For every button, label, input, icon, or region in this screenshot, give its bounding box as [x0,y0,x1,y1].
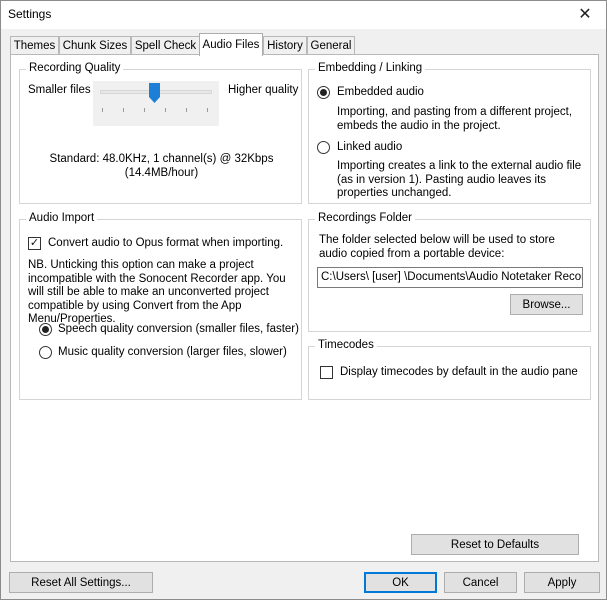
slider-tick [123,108,124,112]
reset-all-settings-button[interactable]: Reset All Settings... [9,572,153,593]
import-note: NB. Unticking this option can make a pro… [28,259,286,325]
embedded-audio-radio[interactable] [317,86,330,99]
audio-files-panel: Recording Quality Smaller files Higher q… [10,54,599,562]
standard-quality-text: Standard: 48.0KHz, 1 channel(s) @ 32Kbps [49,153,274,165]
cancel-button[interactable]: Cancel [444,572,517,593]
tab-audio-files[interactable]: Audio Files [199,33,263,56]
apply-button[interactable]: Apply [524,572,600,593]
slider-tick [144,108,145,112]
folder-path-input[interactable]: C:\Users\ [user] \Documents\Audio Noteta… [317,267,583,288]
reset-to-defaults-button[interactable]: Reset to Defaults [411,534,579,555]
recordings-folder-desc: The folder selected below will be used t… [319,234,555,260]
recording-quality-title: Recording Quality [26,62,124,74]
recordings-folder-title: Recordings Folder [315,212,415,224]
music-quality-radio[interactable] [39,346,52,359]
tab-themes[interactable]: Themes [10,36,59,55]
timecodes-group: Timecodes Display timecodes by default i… [308,339,591,400]
convert-opus-label[interactable]: Convert audio to Opus format when import… [48,237,283,249]
display-timecodes-label[interactable]: Display timecodes by default in the audi… [340,366,578,378]
embedding-title: Embedding / Linking [315,62,426,74]
tab-history[interactable]: History [263,36,307,55]
convert-opus-checkbox[interactable]: ✓ [28,237,41,250]
music-quality-label[interactable]: Music quality conversion (larger files, … [58,346,287,358]
embedded-audio-label[interactable]: Embedded audio [337,86,424,98]
title-bar: Settings ✕ [1,1,606,29]
tab-chunk-sizes[interactable]: Chunk Sizes [59,36,131,55]
timecodes-title: Timecodes [315,339,377,351]
embedded-audio-desc: Importing, and pasting from a different … [337,106,573,132]
embedding-group: Embedding / Linking Embedded audio Impor… [308,62,591,204]
higher-quality-label: Higher quality [228,84,299,96]
linked-audio-label[interactable]: Linked audio [337,141,402,153]
smaller-files-label: Smaller files [28,84,91,96]
standard-size-text: (14.4MB/hour) [124,167,199,179]
audio-import-group: Audio Import ✓ Convert audio to Opus for… [19,212,302,400]
slider-tick [207,108,208,112]
settings-window: Settings ✕ Themes Chunk Sizes Spell Chec… [0,0,607,600]
ok-button[interactable]: OK [364,572,437,593]
display-timecodes-checkbox[interactable] [320,366,333,379]
speech-quality-label[interactable]: Speech quality conversion (smaller files… [58,323,299,335]
linked-audio-radio[interactable] [317,141,330,154]
close-icon[interactable]: ✕ [570,3,600,25]
slider-tick [165,108,166,112]
linked-audio-desc: Importing creates a link to the external… [337,160,582,199]
tab-spell-check[interactable]: Spell Check [131,36,200,55]
window-title: Settings [8,7,52,21]
speech-quality-radio[interactable] [39,323,52,336]
quality-slider[interactable] [93,81,219,126]
slider-tick [102,108,103,112]
slider-tick [186,108,187,112]
recording-quality-group: Recording Quality Smaller files Higher q… [19,62,302,204]
slider-thumb[interactable] [149,83,160,103]
browse-button[interactable]: Browse... [510,294,583,315]
recordings-folder-group: Recordings Folder The folder selected be… [308,212,591,332]
tab-general[interactable]: General [307,36,355,55]
audio-import-title: Audio Import [26,212,98,224]
